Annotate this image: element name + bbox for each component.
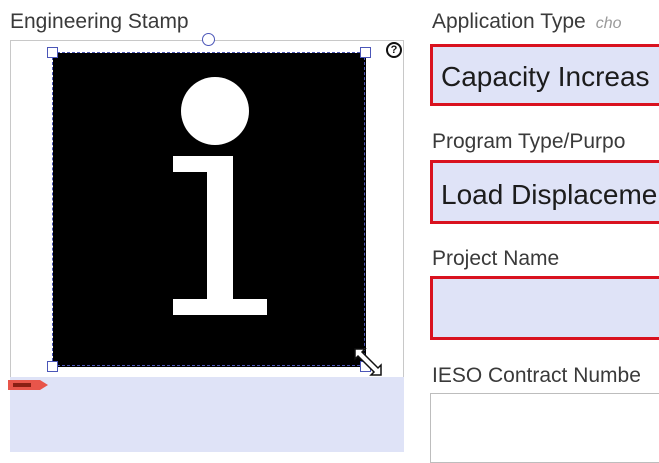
application-type-value: Capacity Increas xyxy=(441,61,650,92)
resize-handle-bottom-left[interactable] xyxy=(47,361,58,372)
rotate-handle[interactable] xyxy=(202,33,215,46)
application-type-label-text: Application Type xyxy=(432,10,586,33)
resize-handle-top-left[interactable] xyxy=(47,47,58,58)
program-type-label: Program Type/Purpo xyxy=(432,130,626,153)
project-name-field[interactable] xyxy=(430,276,659,340)
ieso-contract-label: IESO Contract Numbe xyxy=(432,364,641,387)
program-type-value: Load Displaceme xyxy=(441,179,658,210)
image-selection-frame[interactable] xyxy=(52,52,365,366)
application-type-hint: cho xyxy=(595,15,622,32)
resize-cursor-icon xyxy=(352,346,384,378)
resize-handle-top-right[interactable] xyxy=(360,47,371,58)
ieso-contract-field[interactable] xyxy=(430,393,659,463)
program-type-field[interactable]: Load Displaceme xyxy=(430,160,659,224)
project-name-label: Project Name xyxy=(432,247,560,270)
engineering-stamp-drop-area[interactable] xyxy=(10,377,404,452)
application-type-label: Application Type cho xyxy=(432,10,622,34)
question-circle-icon[interactable]: ? xyxy=(386,42,402,58)
application-type-field[interactable]: Capacity Increas xyxy=(430,44,659,106)
tag-marker-icon xyxy=(8,377,48,390)
engineering-stamp-label: Engineering Stamp xyxy=(10,10,189,33)
